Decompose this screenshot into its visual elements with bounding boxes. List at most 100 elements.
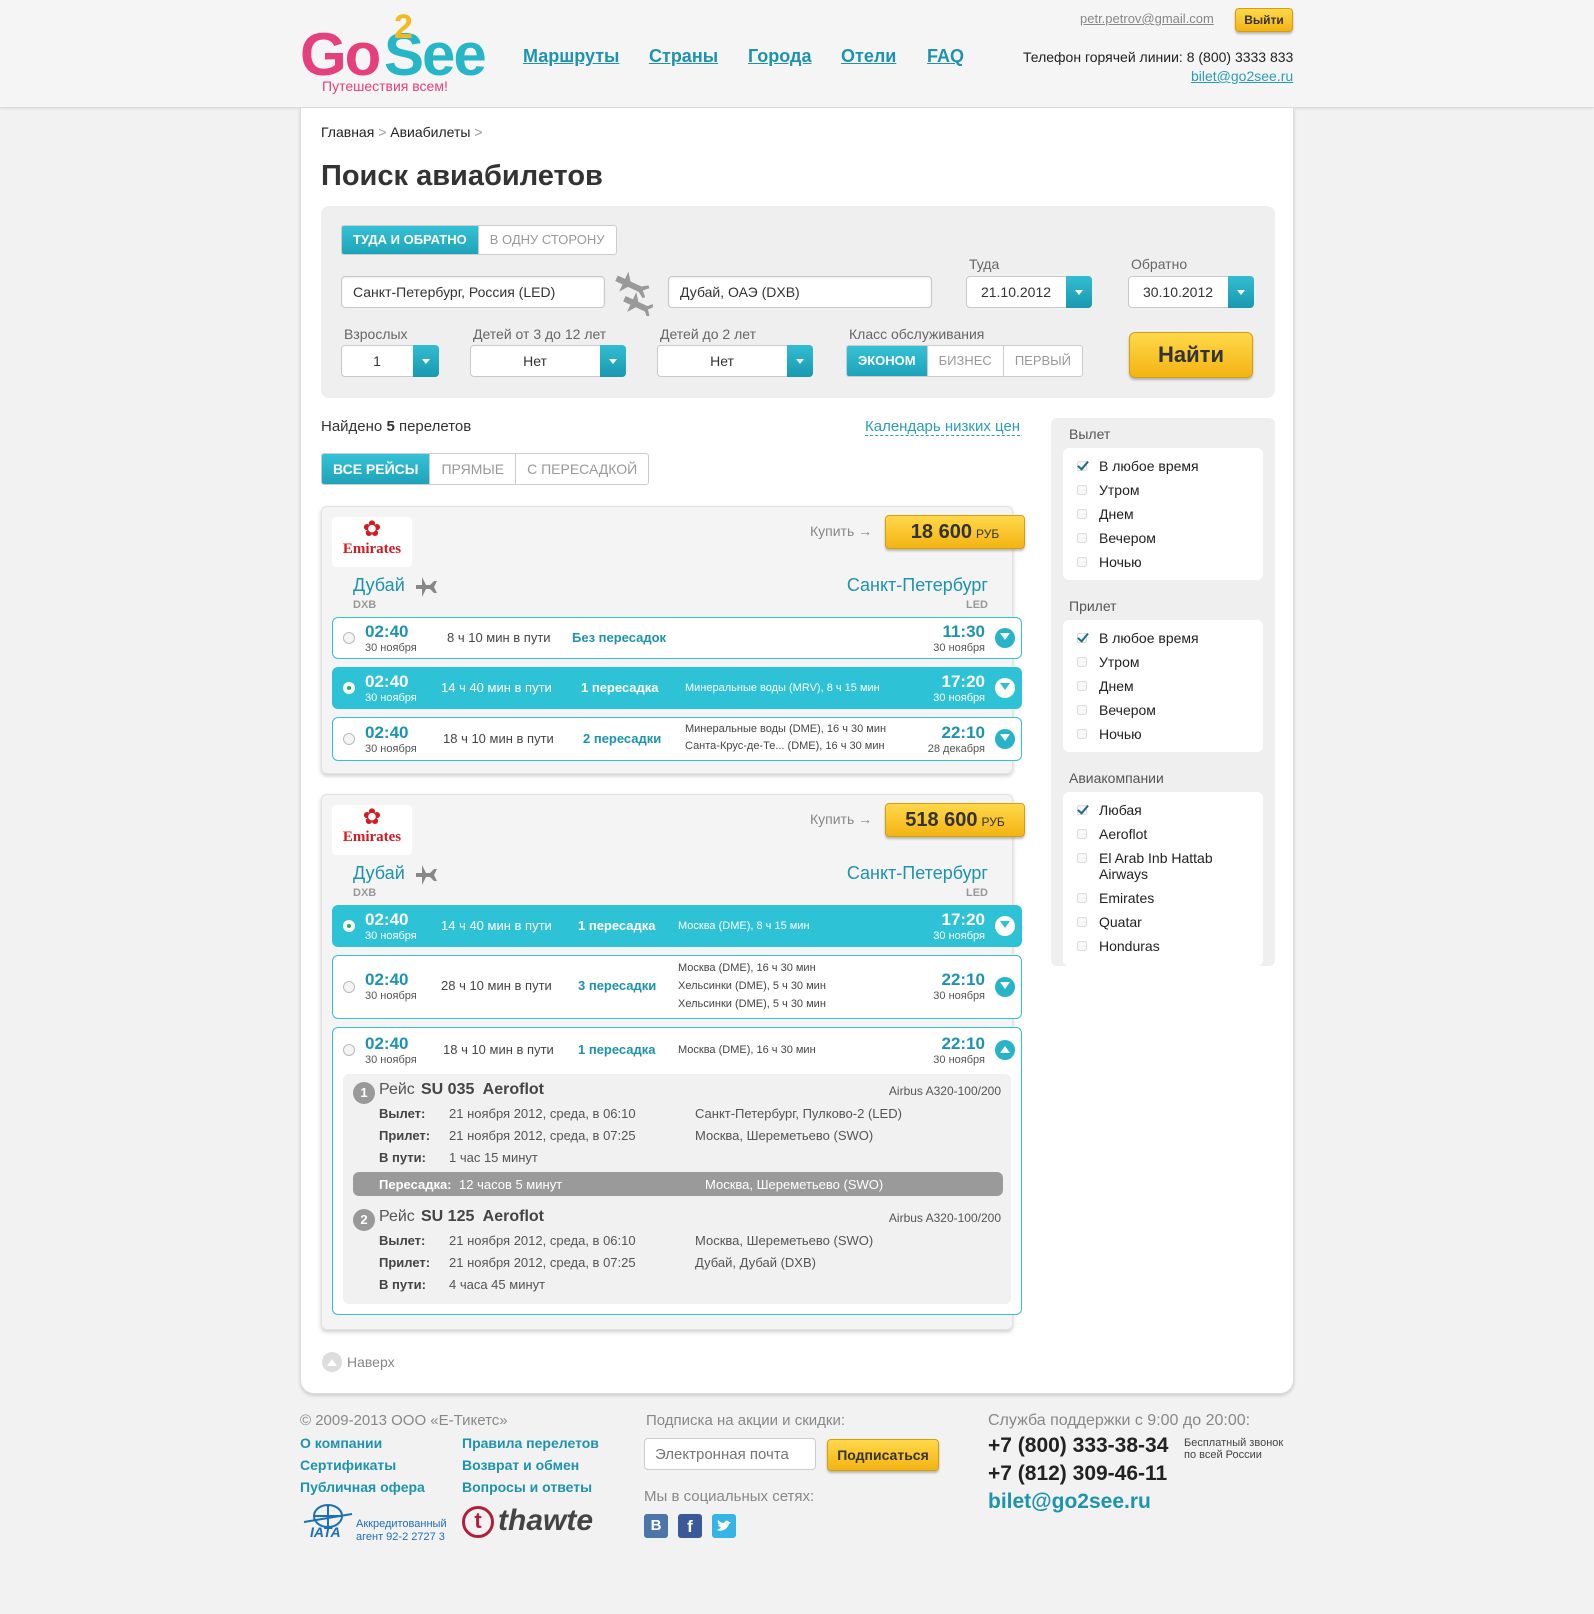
filter-checkbox[interactable] (1077, 681, 1087, 691)
class-first[interactable]: ПЕРВЫЙ (1002, 346, 1082, 376)
filter-option-label[interactable]: В любое время (1099, 630, 1199, 646)
chevron-down-icon[interactable] (600, 345, 626, 377)
trip-oneway-tab[interactable]: В ОДНУ СТОРОНУ (477, 226, 616, 254)
expand-down-icon[interactable] (995, 916, 1015, 936)
back-to-top-link[interactable]: Наверх (347, 1354, 395, 1370)
filter-checkbox[interactable] (1077, 461, 1087, 471)
price-buy-button[interactable]: 518 600 РУБ (885, 803, 1025, 837)
class-business[interactable]: БИЗНЕС (926, 346, 1003, 376)
footer-link-refunds[interactable]: Возврат и обмен (462, 1457, 579, 1473)
arrow-up-icon[interactable] (322, 1352, 342, 1372)
breadcrumb-home[interactable]: Главная (321, 124, 374, 140)
nav-faq[interactable]: FAQ (927, 46, 964, 67)
low-price-calendar-link[interactable]: Календарь низких цен (865, 418, 1021, 436)
nav-hotels[interactable]: Отели (841, 46, 896, 67)
price-buy-button[interactable]: 18 600 РУБ (885, 515, 1025, 549)
filter-option-label[interactable]: Quatar (1099, 914, 1142, 930)
filter-option-label[interactable]: Emirates (1099, 890, 1154, 906)
flight-option-row-expanded[interactable]: 02:40 30 ноября 18 ч 10 мин в пути 1 пер… (332, 1027, 1022, 1315)
go2see-logo[interactable]: Go See 2 Путешествия всем! (300, 8, 487, 100)
filter-checkbox[interactable] (1077, 557, 1087, 567)
destination-input[interactable]: Дубай, ОАЭ (DXB) (668, 276, 932, 308)
footer-link-rules[interactable]: Правила перелетов (462, 1435, 599, 1451)
filter-option-label[interactable]: Днем (1099, 506, 1134, 522)
filter-checkbox[interactable] (1077, 853, 1087, 863)
expand-down-icon[interactable] (995, 729, 1015, 749)
option-radio[interactable] (343, 1044, 355, 1056)
filter-option-label[interactable]: El Arab Inb Hattab Airways (1099, 850, 1239, 882)
filter-option-label[interactable]: Вечером (1099, 530, 1156, 546)
subscribe-button[interactable]: Подписаться (827, 1439, 939, 1471)
vk-icon[interactable]: В (644, 1514, 668, 1538)
chevron-down-icon[interactable] (787, 345, 813, 377)
flight-option-row[interactable]: 02:40 30 ноября 28 ч 10 мин в пути 3 пер… (332, 955, 1022, 1019)
expand-down-icon[interactable] (995, 678, 1015, 698)
chevron-down-icon[interactable] (1066, 276, 1092, 308)
footer-link-about[interactable]: О компании (300, 1435, 382, 1451)
filter-option-label[interactable]: Ночью (1099, 726, 1142, 742)
filter-checkbox[interactable] (1077, 633, 1087, 643)
return-date-picker[interactable]: 30.10.2012 (1128, 276, 1254, 308)
flight-option-row-selected[interactable]: 02:40 30 ноября 14 ч 40 мин в пути 1 пер… (332, 905, 1022, 947)
filter-option-label[interactable]: Утром (1099, 482, 1140, 498)
footer-link-faq[interactable]: Вопросы и ответы (462, 1479, 592, 1495)
support-email[interactable]: bilet@go2see.ru (988, 1490, 1151, 1514)
filter-option-label[interactable]: Aeroflot (1099, 826, 1147, 842)
header-contact-email[interactable]: bilet@go2see.ru (1191, 68, 1293, 84)
footer-link-certificates[interactable]: Сертификаты (300, 1457, 396, 1473)
option-radio[interactable] (343, 682, 355, 694)
flight-option-row[interactable]: 02:40 30 ноября 18 ч 10 мин в пути 2 пер… (332, 717, 1022, 761)
filter-with-transfer[interactable]: С ПЕРЕСАДКОЙ (515, 454, 648, 484)
origin-input[interactable]: Санкт-Петербург, Россия (LED) (341, 276, 605, 308)
flight-option-row-selected[interactable]: 02:40 30 ноября 14 ч 40 мин в пути 1 пер… (332, 667, 1022, 709)
option-radio[interactable] (343, 632, 355, 644)
subscribe-email-input[interactable] (644, 1438, 816, 1470)
chevron-down-icon[interactable] (1228, 276, 1254, 308)
filter-checkbox[interactable] (1077, 829, 1087, 839)
collapse-up-icon[interactable] (995, 1040, 1015, 1060)
filter-checkbox[interactable] (1077, 917, 1087, 927)
filter-direct[interactable]: ПРЯМЫЕ (429, 454, 515, 484)
option-radio[interactable] (343, 733, 355, 745)
swap-planes-icon[interactable] (613, 270, 653, 316)
footer-link-offer[interactable]: Публичная офера (300, 1479, 425, 1495)
filter-option-label[interactable]: Утром (1099, 654, 1140, 670)
filter-checkbox[interactable] (1077, 533, 1087, 543)
filter-checkbox[interactable] (1077, 729, 1087, 739)
logout-button[interactable]: Выйти (1235, 8, 1293, 32)
search-button[interactable]: Найти (1129, 332, 1253, 378)
twitter-icon[interactable] (712, 1514, 736, 1538)
filter-checkbox[interactable] (1077, 893, 1087, 903)
depart-date-picker[interactable]: 21.10.2012 (966, 276, 1092, 308)
filter-checkbox[interactable] (1077, 509, 1087, 519)
flight-option-row[interactable]: 02:40 30 ноября 8 ч 10 мин в пути Без пе… (332, 617, 1022, 659)
filter-all-flights[interactable]: ВСЕ РЕЙСЫ (322, 454, 430, 484)
filter-option-label[interactable]: В любое время (1099, 458, 1199, 474)
trip-roundtrip-tab[interactable]: ТУДА И ОБРАТНО (342, 226, 478, 254)
breadcrumb-current[interactable]: Авиабилеты (390, 124, 470, 140)
option-radio[interactable] (343, 920, 355, 932)
filter-option-label[interactable]: Honduras (1099, 938, 1160, 954)
filter-option-label[interactable]: Любая (1099, 802, 1142, 818)
expand-down-icon[interactable] (995, 628, 1015, 648)
filter-option-label[interactable]: Ночью (1099, 554, 1142, 570)
filter-option-label[interactable]: Вечером (1099, 702, 1156, 718)
filter-checkbox[interactable] (1077, 657, 1087, 667)
adults-select[interactable]: 1 (341, 345, 439, 377)
infants-select[interactable]: Нет (657, 345, 813, 377)
chevron-down-icon[interactable] (413, 345, 439, 377)
children-select[interactable]: Нет (470, 345, 626, 377)
class-economy[interactable]: ЭКОНОМ (847, 346, 927, 376)
nav-cities[interactable]: Города (748, 46, 812, 67)
filter-checkbox[interactable] (1077, 705, 1087, 715)
nav-routes[interactable]: Маршруты (523, 46, 619, 67)
facebook-icon[interactable]: f (678, 1514, 702, 1538)
filter-checkbox[interactable] (1077, 805, 1087, 815)
filter-checkbox[interactable] (1077, 941, 1087, 951)
expand-down-icon[interactable] (995, 977, 1015, 997)
option-radio[interactable] (343, 981, 355, 993)
filter-checkbox[interactable] (1077, 485, 1087, 495)
nav-countries[interactable]: Страны (649, 46, 718, 67)
filter-option-label[interactable]: Днем (1099, 678, 1134, 694)
user-email[interactable]: petr.petrov@gmail.com (1080, 11, 1214, 26)
